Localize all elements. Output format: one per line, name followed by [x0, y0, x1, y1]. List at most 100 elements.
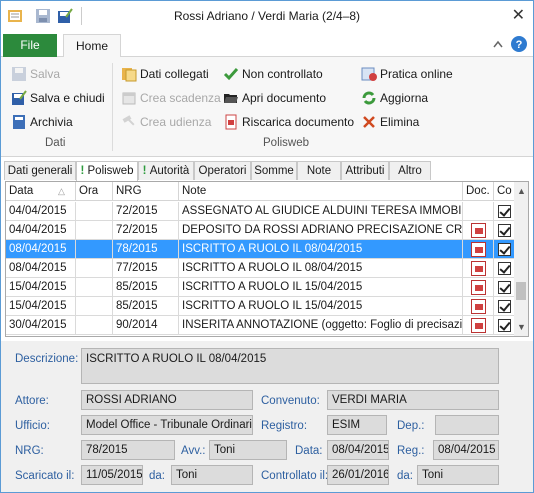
column-header-controllato[interactable]: Co: [494, 182, 515, 201]
cell-data: 30/04/2015: [6, 316, 76, 335]
column-header-ora[interactable]: Ora: [76, 182, 113, 201]
cell-doc: [463, 202, 494, 221]
salva-button[interactable]: Salva: [11, 64, 60, 84]
sort-asc-icon: △: [58, 186, 65, 196]
controllato-field[interactable]: 26/01/2016: [327, 465, 389, 485]
table-row[interactable]: 15/04/2015 85/2015 ISCRITTO A RUOLO IL 15/…: [6, 278, 515, 297]
pratica-online-button[interactable]: Pratica online: [361, 64, 453, 84]
descrizione-field[interactable]: ISCRITTO A RUOLO IL 08/04/2015: [81, 348, 499, 384]
aggiorna-button[interactable]: Aggiorna: [361, 88, 428, 108]
tab-operatori[interactable]: Operatori: [194, 161, 251, 180]
column-header-doc[interactable]: Doc.: [463, 182, 494, 201]
events-table: Data △ Ora NRG Note Doc. Co 04/04/2015 72/…: [5, 181, 529, 337]
group-label-dati: Dati: [45, 137, 66, 149]
cell-note: ISCRITTO A RUOLO IL 15/04/2015: [179, 278, 463, 297]
collapse-ribbon-icon[interactable]: [493, 40, 503, 48]
scaricato-label: Scaricato il:: [15, 470, 75, 482]
controllato-da-field[interactable]: Toni: [417, 465, 499, 485]
attore-field[interactable]: ROSSI ADRIANO: [81, 390, 253, 410]
salva-label: Salva: [30, 67, 61, 81]
controllato-checkbox[interactable]: [498, 281, 511, 294]
help-icon[interactable]: ?: [511, 36, 527, 52]
cell-doc: [463, 259, 494, 278]
table-row[interactable]: 04/04/2015 72/2015 DEPOSITO DA ROSSI ADRIA…: [6, 221, 515, 240]
tab-polisweb-label: Polisweb: [87, 165, 134, 177]
document-icon[interactable]: [471, 223, 486, 238]
apri-documento-button[interactable]: Apri documento: [223, 88, 326, 108]
controllato-checkbox[interactable]: [498, 300, 511, 313]
dep-field[interactable]: [435, 415, 499, 435]
reg-field[interactable]: 08/04/2015 0: [433, 440, 499, 460]
nrg-field[interactable]: 78/2015: [81, 440, 175, 460]
cell-nrg: 72/2015: [113, 221, 179, 240]
document-icon[interactable]: [471, 261, 486, 276]
tab-dati-generali[interactable]: Dati generali: [4, 161, 76, 180]
scrollbar-thumb[interactable]: [516, 282, 526, 300]
controllato-checkbox[interactable]: [498, 319, 511, 332]
scaricato-field[interactable]: 11/05/2015: [81, 465, 143, 485]
table-row[interactable]: 08/04/2015 78/2015 ISCRITTO A RUOLO IL 08/…: [6, 240, 515, 259]
table-row[interactable]: 04/04/2015 72/2015 ASSEGNATO AL GIUDICE AL…: [6, 202, 515, 221]
crea-scadenza-button[interactable]: Crea scadenza: [121, 88, 221, 108]
controllato-da-label: da:: [397, 470, 413, 482]
column-header-nrg[interactable]: NRG: [113, 182, 179, 201]
document-icon[interactable]: [471, 242, 486, 257]
tab-autorita[interactable]: ! Autorità: [138, 161, 194, 180]
cell-nrg: 72/2015: [113, 202, 179, 221]
crea-udienza-button[interactable]: Crea udienza: [121, 112, 211, 132]
convenuto-field[interactable]: VERDI MARIA: [327, 390, 499, 410]
scaricato-da-field[interactable]: Toni: [171, 465, 253, 485]
crea-udienza-label: Crea udienza: [140, 115, 212, 129]
data-field[interactable]: 08/04/2015: [327, 440, 389, 460]
elimina-button[interactable]: Elimina: [361, 112, 419, 132]
table-row[interactable]: 15/04/2015 85/2015 ISCRITTO A RUOLO IL 15/…: [6, 297, 515, 316]
cell-data: 15/04/2015: [6, 278, 76, 297]
vertical-scrollbar[interactable]: ▲ ▼: [514, 182, 528, 336]
tab-altro[interactable]: Altro: [389, 161, 431, 180]
avv-field[interactable]: Toni: [209, 440, 287, 460]
archivia-button[interactable]: Archivia: [11, 112, 73, 132]
scroll-up-icon[interactable]: ▲: [517, 186, 526, 196]
cell-ora: [76, 297, 113, 316]
group-label-polisweb: Polisweb: [263, 137, 310, 149]
non-controllato-button[interactable]: Non controllato: [223, 64, 323, 84]
ribbon-separator: [112, 63, 113, 151]
riscarica-documento-button[interactable]: Riscarica documento: [223, 112, 354, 132]
scroll-down-icon[interactable]: ▼: [517, 322, 526, 332]
ufficio-field[interactable]: Model Office - Tribunale Ordinario: [81, 415, 253, 435]
calendar-icon: [122, 92, 136, 105]
tab-file[interactable]: File: [3, 34, 57, 57]
delete-icon: [363, 116, 375, 128]
document-icon[interactable]: [471, 318, 486, 333]
cell-doc: [463, 297, 494, 316]
column-header-note[interactable]: Note: [179, 182, 463, 201]
controllato-checkbox[interactable]: [498, 262, 511, 275]
tab-somme[interactable]: Somme: [251, 161, 297, 180]
controllato-label: Controllato il:: [261, 470, 329, 482]
close-icon[interactable]: ✕: [512, 5, 525, 25]
cell-data: 15/04/2015: [6, 297, 76, 316]
online-case-icon: [361, 67, 377, 81]
scaricato-da-label: da:: [149, 470, 165, 482]
document-icon[interactable]: [471, 280, 486, 295]
tab-home[interactable]: Home: [63, 34, 121, 58]
table-row[interactable]: 08/04/2015 77/2015 ISCRITTO A RUOLO IL 08/…: [6, 259, 515, 278]
cell-note: ISCRITTO A RUOLO IL 08/04/2015: [179, 240, 463, 259]
registro-field[interactable]: ESIM: [327, 415, 387, 435]
salva-e-chiudi-button[interactable]: Salva e chiudi: [11, 88, 105, 108]
crea-scadenza-label: Crea scadenza: [140, 91, 221, 105]
dati-collegati-button[interactable]: Dati collegati: [121, 64, 209, 84]
controllato-checkbox[interactable]: [498, 224, 511, 237]
linked-data-icon: [122, 68, 137, 82]
cell-controllato: [494, 202, 515, 221]
tab-note[interactable]: Note: [297, 161, 341, 180]
controllato-checkbox[interactable]: [498, 243, 511, 256]
controllato-checkbox[interactable]: [498, 205, 511, 218]
table-row[interactable]: 30/04/2015 90/2014 INSERITA ANNOTAZIONE (o…: [6, 316, 515, 335]
column-header-data[interactable]: Data △: [6, 182, 76, 201]
window-title: Rossi Adriano / Verdi Maria (2/4–8): [173, 9, 361, 23]
detail-panel: Descrizione: ISCRITTO A RUOLO IL 08/04/2…: [1, 341, 533, 492]
tab-attributi[interactable]: Attributi: [341, 161, 389, 180]
document-icon[interactable]: [471, 299, 486, 314]
tab-polisweb[interactable]: ! Polisweb: [76, 161, 138, 181]
